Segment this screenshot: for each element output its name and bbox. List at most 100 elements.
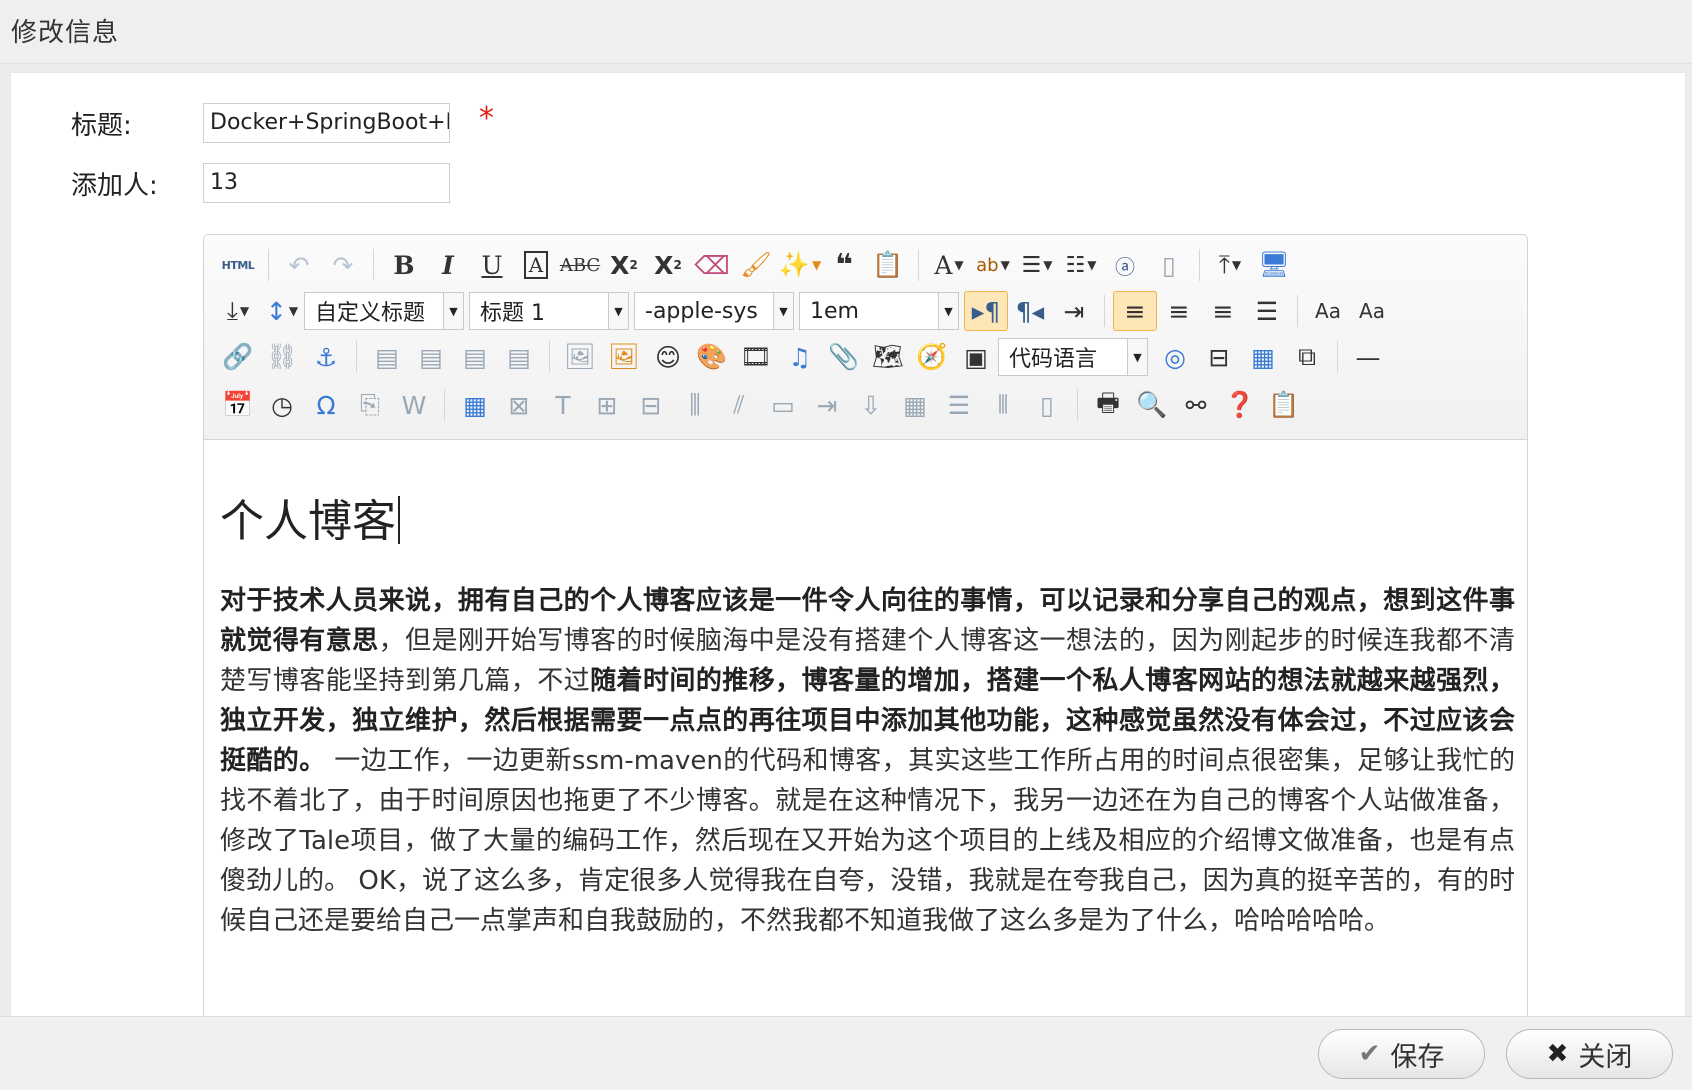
delete-col-icon[interactable]: ⫽ [717,385,761,425]
required-mark: * [479,101,494,136]
toolbar-separator [1297,295,1298,327]
heading-text: 个人博客 [220,496,396,547]
image-none-icon[interactable]: ▤ [365,337,409,377]
background-icon[interactable]: ▦ [1241,337,1285,377]
editor-body[interactable]: 个人博客 对于技术人员来说，拥有自己的个人博客应该是一件令人向往的事情，可以记录… [204,441,1527,1016]
special-char-icon[interactable]: Ω [304,385,348,425]
merge-right-icon[interactable]: ⇥ [805,385,849,425]
title-input[interactable]: Docker+SpringBoot+Mybatis [203,103,450,143]
chart-icon[interactable]: ▯ [1025,385,1069,425]
paste-plain-icon[interactable]: 📋 [866,245,910,285]
html-source-button[interactable]: HTML [216,245,260,285]
toolbar-separator [444,389,445,421]
anchor-icon[interactable]: ⚓ [304,337,348,377]
font-color-icon[interactable]: A ▼ [927,245,971,285]
gmap-icon[interactable]: 🧭 [910,337,954,377]
link-icon[interactable]: 🔗 [216,337,260,377]
clear-doc-icon[interactable]: ▯ [1147,245,1191,285]
background-color-icon[interactable]: ab ▼ [971,245,1015,285]
insert-table-icon[interactable]: ▦ [453,385,497,425]
webapp-icon[interactable]: ⧉ [1285,337,1329,377]
content-paragraph[interactable]: 对于技术人员来说，拥有自己的个人博客应该是一件令人向往的事情，可以记录和分享自己… [220,581,1515,941]
date-icon[interactable]: 📅 [216,385,260,425]
strikethrough-icon[interactable]: ABC [558,245,602,285]
code-language-select[interactable]: 代码语言 ▼ [998,338,1148,376]
page-break-icon[interactable]: ⊟ [1197,337,1241,377]
time-icon[interactable]: ◷ [260,385,304,425]
direction-rtl-icon[interactable]: ¶◂ [1008,291,1052,331]
ordered-list-icon[interactable]: ☰ ▼ [1015,245,1059,285]
redo-icon[interactable]: ↷ [321,245,365,285]
insert-image-icon[interactable]: 🖼 [602,337,646,377]
insert-col-icon[interactable]: ⫼ [673,385,717,425]
italic-icon[interactable]: I [426,245,470,285]
align-left-icon[interactable]: ≡ [1113,291,1157,331]
blockquote-icon[interactable]: ❝ [822,245,866,285]
emotion-icon[interactable]: 😊 [646,337,690,377]
superscript-icon[interactable]: X2 [602,245,646,285]
close-button[interactable]: ✖ 关闭 [1506,1029,1673,1079]
word-image-icon[interactable]: W [392,385,436,425]
insert-video-icon[interactable]: 🎞 [734,337,778,377]
delete-row-icon[interactable]: ⊟ [629,385,673,425]
direction-ltr-icon[interactable]: ▸¶ [964,291,1008,331]
align-justify-icon[interactable]: ☰ [1245,291,1289,331]
uppercase-icon[interactable]: Aa [1306,291,1350,331]
image-center-icon[interactable]: ▤ [497,337,541,377]
row-spacing-bottom-icon[interactable]: ⤓ ▼ [216,291,260,331]
subscript-icon[interactable]: X2 [646,245,690,285]
split-to-cells-icon[interactable]: ▦ [893,385,937,425]
paragraph-format-select[interactable]: 自定义标题 ▼ [304,292,464,330]
align-right-icon[interactable]: ≡ [1201,291,1245,331]
adder-input[interactable]: 13 [203,163,450,203]
find-icon[interactable]: ⚯ [1174,385,1218,425]
template-icon[interactable]: ◎ [1153,337,1197,377]
merge-down-icon[interactable]: ⇩ [849,385,893,425]
row-spacing-top-icon[interactable]: ⤒ ▼ [1208,245,1252,285]
line-height-icon[interactable]: ↕ ▼ [260,291,304,331]
print-icon[interactable]: 🖶 [1086,385,1130,425]
image-right-icon[interactable]: ▤ [453,337,497,377]
insert-paragraph-before-table-icon[interactable]: T [541,385,585,425]
insert-row-icon[interactable]: ⊞ [585,385,629,425]
help-icon[interactable]: ❓ [1218,385,1262,425]
toolbar-separator [356,341,357,373]
horizontal-rule-icon[interactable]: — [1346,337,1390,377]
select-all-icon[interactable]: ⓐ [1103,245,1147,285]
preview-icon[interactable]: 🖥 [1252,245,1296,285]
align-center-icon[interactable]: ≡ [1157,291,1201,331]
delete-table-icon[interactable]: ⊠ [497,385,541,425]
font-size-select[interactable]: 1em ▼ [799,292,959,330]
bold-icon[interactable]: B [382,245,426,285]
attachment-icon[interactable]: 📎 [822,337,866,377]
snapscreen-icon[interactable]: ⎘ [348,385,392,425]
split-to-cols-icon[interactable]: ⫴ [981,385,1025,425]
unlink-icon[interactable]: ⛓ [260,337,304,377]
search-replace-icon[interactable]: 🔍 [1130,385,1174,425]
format-brush-icon[interactable]: 🖌 [734,245,778,285]
music-icon[interactable]: ♫ [778,337,822,377]
dialog-content: 标题: Docker+SpringBoot+Mybatis * 添加人: 13 … [10,72,1686,1016]
scrawl-icon[interactable]: 🎨 [690,337,734,377]
split-to-rows-icon[interactable]: ☰ [937,385,981,425]
indent-icon[interactable]: ⇥ [1052,291,1096,331]
font-border-icon[interactable]: A [514,245,558,285]
simple-upload-icon[interactable]: 🖼 [558,337,602,377]
image-left-icon[interactable]: ▤ [409,337,453,377]
merge-cells-icon[interactable]: ▭ [761,385,805,425]
unordered-list-icon[interactable]: ☷ ▼ [1059,245,1103,285]
auto-typeset-icon[interactable]: ✨ ▼ [778,245,822,285]
adder-label: 添加人: [71,171,158,201]
lowercase-icon[interactable]: Aa [1350,291,1394,331]
font-family-select[interactable]: -apple-sys ▼ [634,292,794,330]
save-button[interactable]: ✔ 保存 [1318,1029,1485,1079]
insert-frame-icon[interactable]: ▣ [954,337,998,377]
eraser-icon[interactable]: ⌫ [690,245,734,285]
map-icon[interactable]: 🗺 [866,337,910,377]
underline-icon[interactable]: U [470,245,514,285]
heading-select[interactable]: 标题 1 ▼ [469,292,629,330]
undo-icon[interactable]: ↶ [277,245,321,285]
chevron-down-icon: ▼ [1127,339,1147,375]
drafts-icon[interactable]: 📋 [1262,385,1306,425]
content-heading[interactable]: 个人博客 [220,485,400,549]
